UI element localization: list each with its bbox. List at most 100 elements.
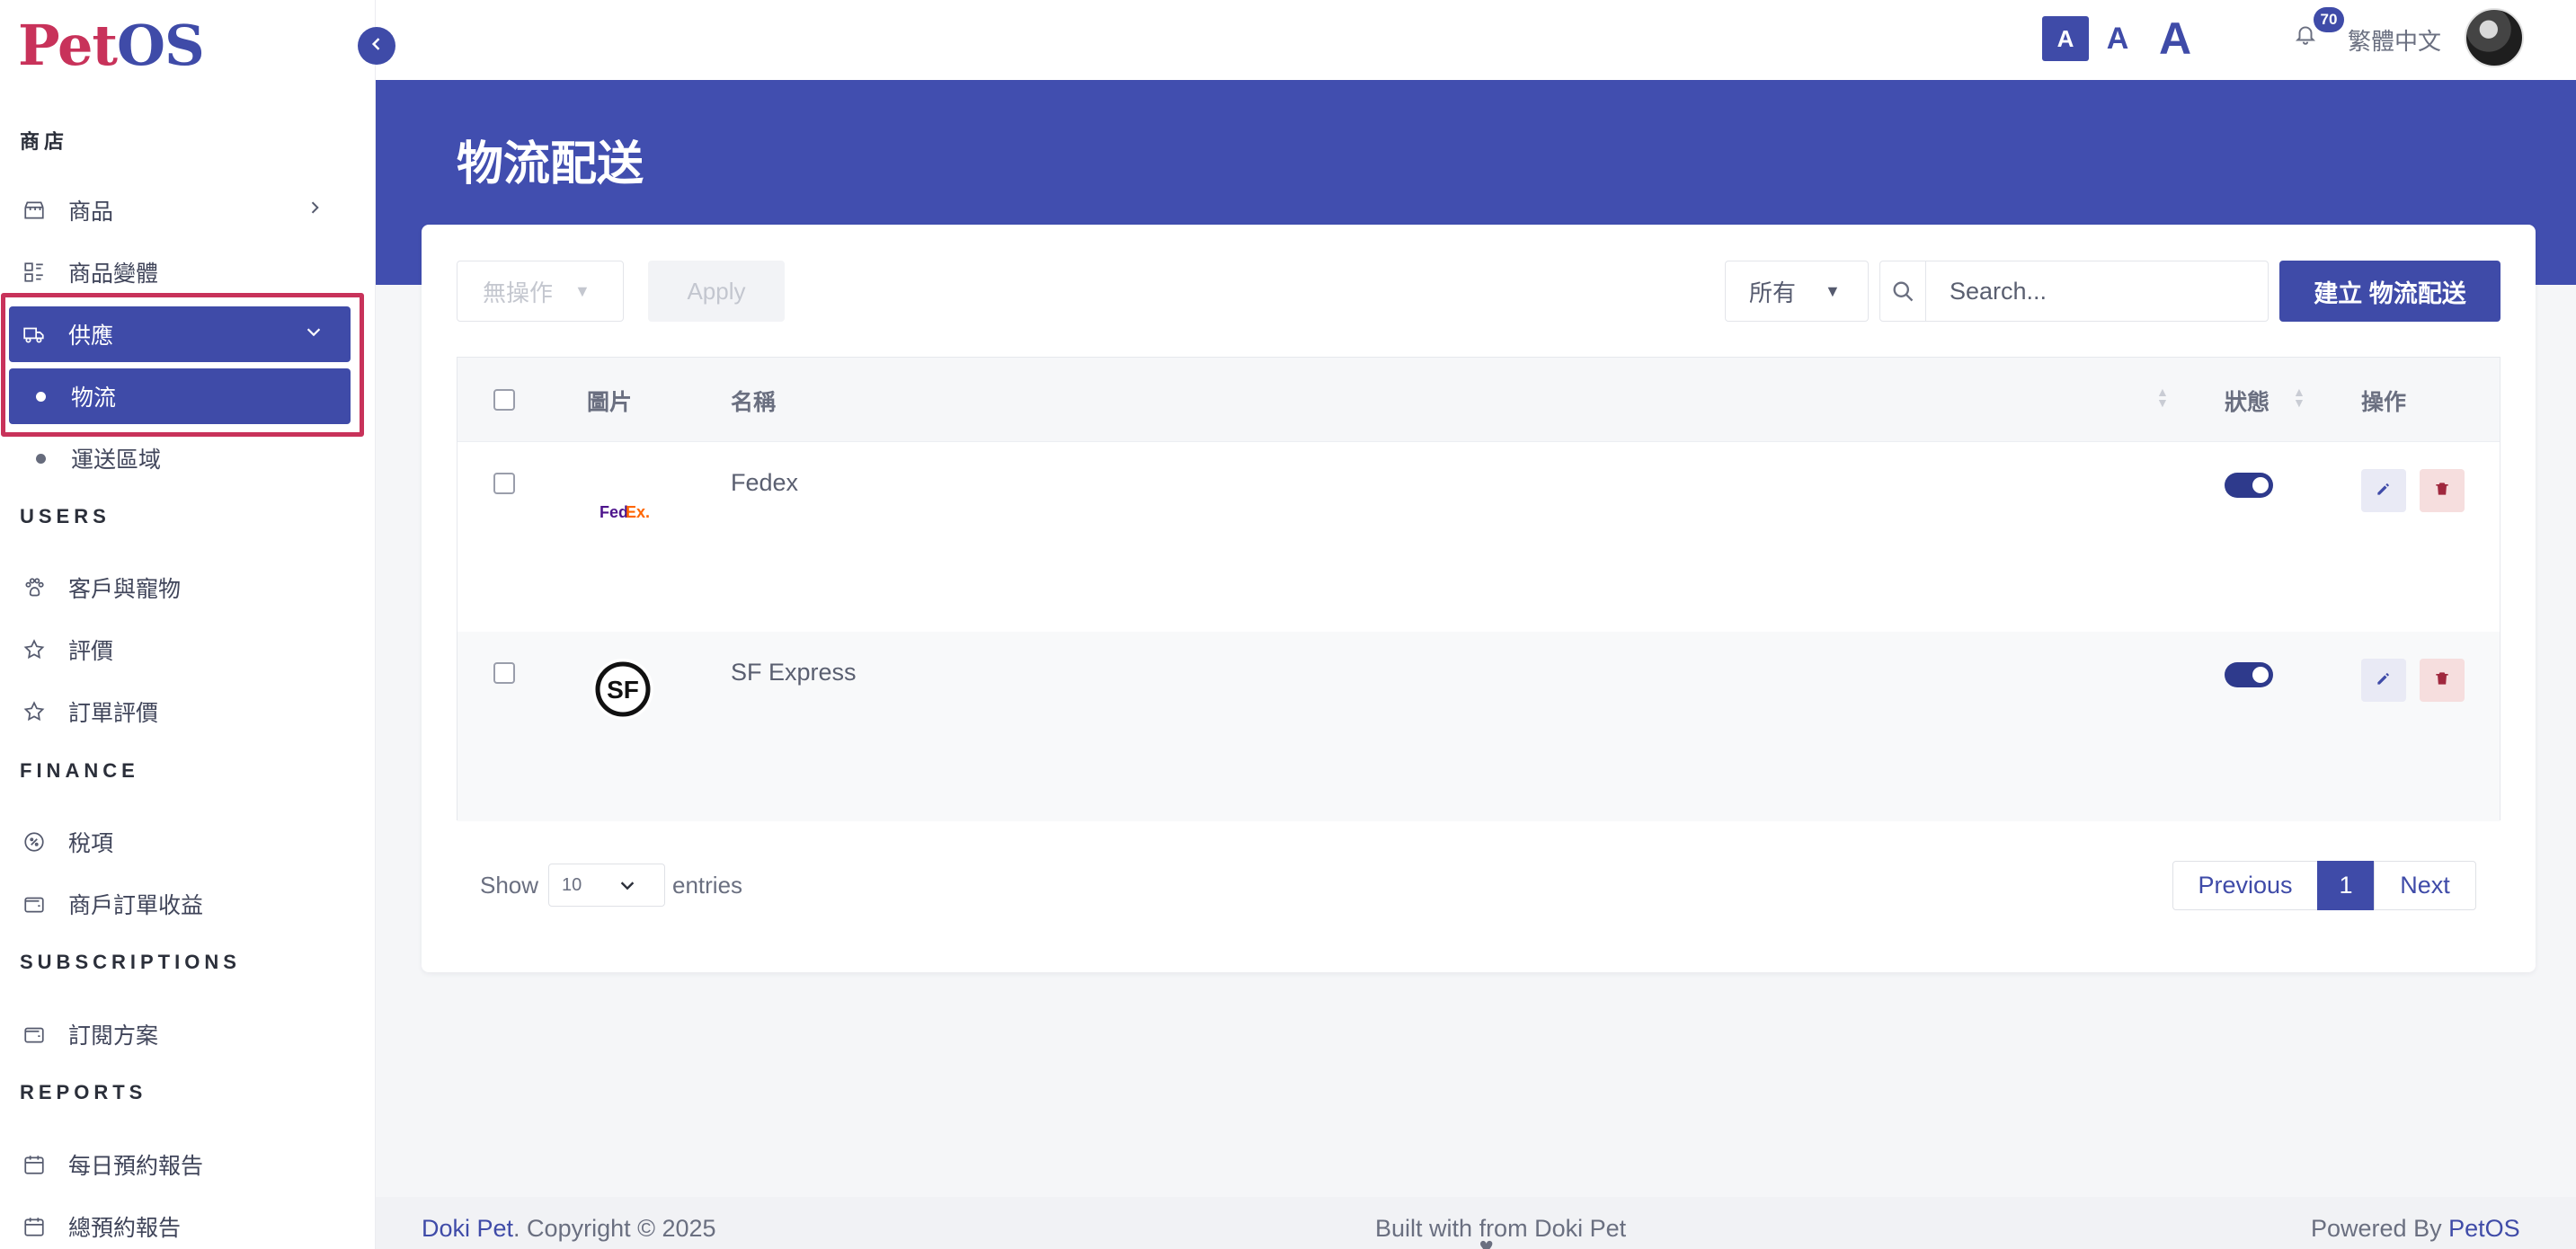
- sort-icon[interactable]: ▲ ▼: [2293, 385, 2305, 409]
- pencil-icon: [2375, 480, 2393, 502]
- pencil-icon: [2375, 669, 2393, 692]
- store-icon: [22, 198, 47, 223]
- font-size-medium-button[interactable]: A: [2100, 16, 2136, 61]
- bullet-icon: [36, 453, 46, 464]
- next-page-button[interactable]: Next: [2374, 861, 2476, 910]
- trash-icon: [2433, 669, 2451, 692]
- sidebar-item-product-variants[interactable]: 商品變體: [9, 244, 351, 300]
- fedex-logo-dot: .: [645, 503, 650, 521]
- caret-down-icon: ▼: [574, 281, 591, 300]
- row-checkbox[interactable]: [493, 662, 515, 684]
- calendar-icon: [22, 1214, 47, 1239]
- variants-icon: [22, 260, 47, 285]
- section-shop: 商店: [20, 130, 69, 153]
- column-header-name[interactable]: 名稱: [731, 385, 776, 417]
- footer-built-with: Built with ♥ from Doki Pet: [1375, 1215, 1627, 1249]
- chevron-down-icon: [617, 875, 637, 900]
- page-size-value: 10: [562, 874, 582, 895]
- calendar-icon: [22, 1152, 47, 1177]
- column-header-actions: 操作: [2361, 390, 2407, 415]
- sidebar-item-label: 供應: [68, 323, 114, 349]
- footer-copyright-text: . Copyright © 2025: [513, 1215, 716, 1242]
- sidebar-item-supply[interactable]: 供應: [9, 306, 351, 362]
- sidebar-item-reviews[interactable]: 評價: [9, 622, 351, 678]
- delete-button[interactable]: [2420, 469, 2465, 512]
- percent-badge-icon: [22, 829, 47, 855]
- column-header-status[interactable]: 狀態: [2225, 385, 2270, 417]
- sidebar-item-merchant-revenue[interactable]: 商戶訂單收益: [9, 876, 351, 932]
- user-avatar[interactable]: [2465, 8, 2524, 67]
- logo-pet-text: Pet: [18, 13, 118, 78]
- status-toggle[interactable]: [2225, 473, 2273, 498]
- sidebar-item-products[interactable]: 商品: [9, 182, 351, 238]
- footer-built-suffix: from Doki Pet: [1479, 1215, 1627, 1242]
- footer-built-prefix: Built with: [1375, 1215, 1473, 1242]
- star-icon: [22, 637, 47, 662]
- status-filter-value: 所有: [1749, 279, 1797, 306]
- font-size-small-button[interactable]: A: [2042, 16, 2089, 61]
- footer-powered-brand-link[interactable]: PetOS: [2448, 1215, 2520, 1242]
- section-users: USERS: [20, 505, 111, 527]
- star-icon: [22, 699, 47, 724]
- row-checkbox[interactable]: [493, 473, 515, 494]
- delete-button[interactable]: [2420, 659, 2465, 702]
- status-toggle[interactable]: [2225, 662, 2273, 687]
- top-bar: [376, 0, 2576, 80]
- table-row: Fed Ex . Fedex: [457, 442, 2500, 632]
- edit-button[interactable]: [2361, 659, 2406, 702]
- trash-icon: [2433, 480, 2451, 502]
- select-all-checkbox[interactable]: [493, 389, 515, 411]
- sf-express-logo: SF: [591, 657, 655, 722]
- sidebar-item-customers-pets[interactable]: 客戶與寵物: [9, 560, 351, 616]
- carrier-name: SF Express: [731, 659, 857, 686]
- notification-count-badge: 70: [2314, 7, 2344, 32]
- bulk-action-select[interactable]: 無操作 ▼: [457, 261, 624, 322]
- sidebar-item-label: 訂單評價: [68, 701, 159, 726]
- sidebar-item-label: 稅項: [68, 831, 114, 856]
- search-input[interactable]: [1926, 261, 2268, 321]
- caret-down-icon: ▼: [1825, 281, 1841, 300]
- sf-logo-text: SF: [607, 676, 639, 704]
- sidebar-item-order-reviews[interactable]: 訂單評價: [9, 684, 351, 740]
- sidebar-item-label: 商戶訂單收益: [68, 893, 204, 918]
- sidebar-item-label: 每日預約報告: [68, 1154, 204, 1179]
- chevron-down-icon: [304, 322, 324, 347]
- edit-button[interactable]: [2361, 469, 2406, 512]
- sidebar-item-label: 評價: [68, 639, 114, 664]
- page-size-select[interactable]: 10: [548, 864, 665, 907]
- status-filter-select[interactable]: 所有 ▼: [1725, 261, 1869, 322]
- column-header-image: 圖片: [587, 390, 633, 415]
- footer-powered-by: Powered By PetOS: [2311, 1215, 2520, 1243]
- sidebar-item-tax[interactable]: 稅項: [9, 814, 351, 870]
- sidebar-item-label: 運送區域: [71, 447, 162, 473]
- language-switcher[interactable]: 繁體中文: [2348, 23, 2441, 57]
- sidebar-item-label: 訂閱方案: [68, 1023, 159, 1049]
- truck-icon: [22, 322, 47, 347]
- paw-icon: [22, 575, 47, 600]
- petos-logo[interactable]: PetOS: [18, 13, 205, 81]
- logo-os-text: OS: [117, 13, 205, 78]
- create-logistics-button[interactable]: 建立 物流配送: [2279, 261, 2500, 322]
- footer-company-link[interactable]: Doki Pet: [422, 1215, 513, 1242]
- sidebar-item-shipping-zones[interactable]: 運送區域: [9, 430, 351, 486]
- fedex-logo-ex: Ex: [626, 503, 645, 521]
- sidebar-collapse-button[interactable]: [358, 27, 395, 65]
- section-subscriptions: SUBSCRIPTIONS: [20, 951, 241, 973]
- sidebar-item-logistics[interactable]: 物流: [9, 368, 351, 424]
- table-row: SF SF Express: [457, 632, 2500, 821]
- sidebar-item-label: 總預約報告: [68, 1216, 182, 1241]
- font-size-large-button[interactable]: A: [2152, 13, 2198, 64]
- sidebar-item-label: 商品: [68, 199, 114, 225]
- previous-page-button[interactable]: Previous: [2172, 861, 2318, 910]
- search-icon: [1880, 261, 1926, 321]
- sidebar-item-subscription-plans[interactable]: 訂閱方案: [9, 1006, 351, 1062]
- sidebar-item-daily-booking-report[interactable]: 每日預約報告: [9, 1137, 351, 1192]
- apply-button[interactable]: Apply: [648, 261, 785, 322]
- sidebar-item-label: 商品變體: [68, 261, 159, 287]
- current-page-button[interactable]: 1: [2317, 861, 2375, 910]
- sidebar-item-total-booking-report[interactable]: 總預約報告: [9, 1199, 351, 1249]
- sort-icon[interactable]: ▲ ▼: [2156, 385, 2169, 409]
- wallet-icon: [22, 891, 47, 917]
- logistics-table: 圖片 名稱 ▲ ▼ 狀態 ▲ ▼ 操作 Fed Ex . Fedex SF SF…: [457, 357, 2500, 821]
- section-finance: FINANCE: [20, 759, 139, 782]
